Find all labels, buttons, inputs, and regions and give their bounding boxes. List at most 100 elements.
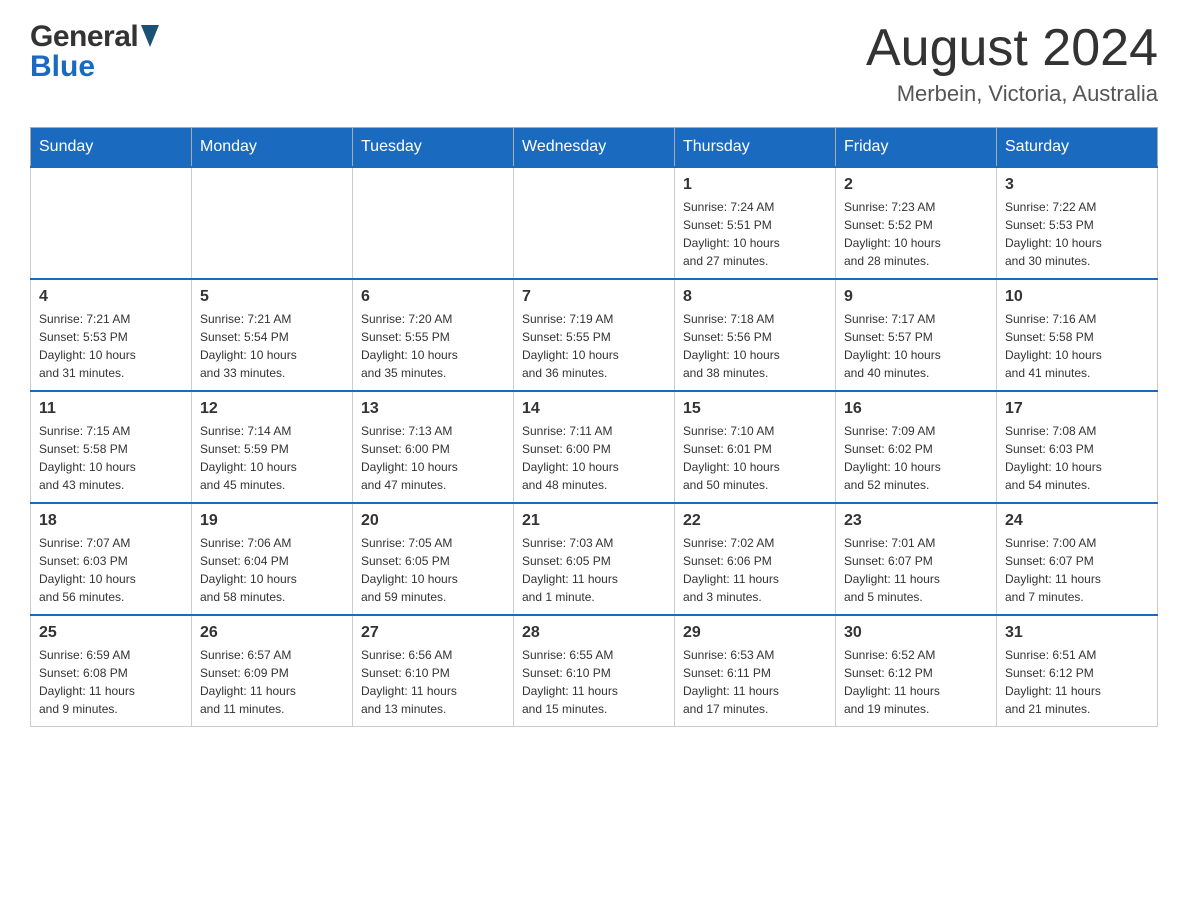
day-info: Sunrise: 7:06 AM Sunset: 6:04 PM Dayligh…	[200, 534, 344, 606]
col-sunday: Sunday	[31, 128, 192, 168]
calendar-cell: 2 Sunrise: 7:23 AM Sunset: 5:52 PM Daylig…	[836, 167, 997, 279]
day-number: 13	[361, 400, 505, 418]
day-number: 17	[1005, 400, 1149, 418]
day-info: Sunrise: 7:08 AM Sunset: 6:03 PM Dayligh…	[1005, 422, 1149, 494]
calendar-cell: 9 Sunrise: 7:17 AM Sunset: 5:57 PM Daylig…	[836, 279, 997, 391]
day-number: 19	[200, 512, 344, 530]
title-section: August 2024 Merbein, Victoria, Australia	[866, 20, 1158, 107]
day-info: Sunrise: 7:01 AM Sunset: 6:07 PM Dayligh…	[844, 534, 988, 606]
col-tuesday: Tuesday	[353, 128, 514, 168]
calendar-cell: 8 Sunrise: 7:18 AM Sunset: 5:56 PM Daylig…	[675, 279, 836, 391]
week-row-2: 4 Sunrise: 7:21 AM Sunset: 5:53 PM Daylig…	[31, 279, 1158, 391]
calendar-cell: 11 Sunrise: 7:15 AM Sunset: 5:58 PM Dayli…	[31, 391, 192, 503]
calendar-cell: 31Sunrise: 6:51 AM Sunset: 6:12 PM Dayli…	[997, 615, 1158, 727]
col-saturday: Saturday	[997, 128, 1158, 168]
calendar-table: Sunday Monday Tuesday Wednesday Thursday…	[30, 127, 1158, 727]
logo: General Blue	[30, 20, 159, 84]
day-number: 29	[683, 624, 827, 642]
calendar-cell: 19 Sunrise: 7:06 AM Sunset: 6:04 PM Dayli…	[192, 503, 353, 615]
logo-general-text: General	[30, 20, 138, 54]
month-title: August 2024	[866, 20, 1158, 77]
calendar-cell	[353, 167, 514, 279]
calendar-cell: 30Sunrise: 6:52 AM Sunset: 6:12 PM Dayli…	[836, 615, 997, 727]
day-info: Sunrise: 7:16 AM Sunset: 5:58 PM Dayligh…	[1005, 310, 1149, 382]
day-number: 7	[522, 288, 666, 306]
day-number: 30	[844, 624, 988, 642]
day-info: Sunrise: 6:55 AM Sunset: 6:10 PM Dayligh…	[522, 646, 666, 718]
day-info: Sunrise: 7:20 AM Sunset: 5:55 PM Dayligh…	[361, 310, 505, 382]
calendar-cell: 25Sunrise: 6:59 AM Sunset: 6:08 PM Dayli…	[31, 615, 192, 727]
day-info: Sunrise: 6:56 AM Sunset: 6:10 PM Dayligh…	[361, 646, 505, 718]
week-row-4: 18 Sunrise: 7:07 AM Sunset: 6:03 PM Dayli…	[31, 503, 1158, 615]
day-info: Sunrise: 7:21 AM Sunset: 5:54 PM Dayligh…	[200, 310, 344, 382]
day-number: 12	[200, 400, 344, 418]
day-info: Sunrise: 7:10 AM Sunset: 6:01 PM Dayligh…	[683, 422, 827, 494]
day-number: 3	[1005, 176, 1149, 194]
col-thursday: Thursday	[675, 128, 836, 168]
day-number: 20	[361, 512, 505, 530]
day-number: 4	[39, 288, 183, 306]
day-info: Sunrise: 7:15 AM Sunset: 5:58 PM Dayligh…	[39, 422, 183, 494]
calendar-header-row: Sunday Monday Tuesday Wednesday Thursday…	[31, 128, 1158, 168]
calendar-cell: 22Sunrise: 7:02 AM Sunset: 6:06 PM Dayli…	[675, 503, 836, 615]
calendar-cell: 21Sunrise: 7:03 AM Sunset: 6:05 PM Dayli…	[514, 503, 675, 615]
calendar-cell: 1 Sunrise: 7:24 AM Sunset: 5:51 PM Daylig…	[675, 167, 836, 279]
day-info: Sunrise: 7:00 AM Sunset: 6:07 PM Dayligh…	[1005, 534, 1149, 606]
day-number: 11	[39, 400, 183, 418]
day-info: Sunrise: 7:13 AM Sunset: 6:00 PM Dayligh…	[361, 422, 505, 494]
calendar-cell: 3 Sunrise: 7:22 AM Sunset: 5:53 PM Daylig…	[997, 167, 1158, 279]
day-info: Sunrise: 6:53 AM Sunset: 6:11 PM Dayligh…	[683, 646, 827, 718]
col-wednesday: Wednesday	[514, 128, 675, 168]
calendar-cell	[192, 167, 353, 279]
page-header: General Blue August 2024 Merbein, Victor…	[30, 20, 1158, 107]
day-info: Sunrise: 6:51 AM Sunset: 6:12 PM Dayligh…	[1005, 646, 1149, 718]
day-info: Sunrise: 7:18 AM Sunset: 5:56 PM Dayligh…	[683, 310, 827, 382]
day-info: Sunrise: 7:07 AM Sunset: 6:03 PM Dayligh…	[39, 534, 183, 606]
calendar-cell: 16 Sunrise: 7:09 AM Sunset: 6:02 PM Dayli…	[836, 391, 997, 503]
day-info: Sunrise: 7:22 AM Sunset: 5:53 PM Dayligh…	[1005, 198, 1149, 270]
day-number: 6	[361, 288, 505, 306]
location: Merbein, Victoria, Australia	[866, 81, 1158, 107]
day-number: 23	[844, 512, 988, 530]
day-number: 21	[522, 512, 666, 530]
day-info: Sunrise: 7:24 AM Sunset: 5:51 PM Dayligh…	[683, 198, 827, 270]
day-info: Sunrise: 7:05 AM Sunset: 6:05 PM Dayligh…	[361, 534, 505, 606]
calendar-cell: 15Sunrise: 7:10 AM Sunset: 6:01 PM Dayli…	[675, 391, 836, 503]
day-info: Sunrise: 7:23 AM Sunset: 5:52 PM Dayligh…	[844, 198, 988, 270]
day-number: 28	[522, 624, 666, 642]
calendar-cell: 18 Sunrise: 7:07 AM Sunset: 6:03 PM Dayli…	[31, 503, 192, 615]
calendar-cell: 26Sunrise: 6:57 AM Sunset: 6:09 PM Dayli…	[192, 615, 353, 727]
calendar-cell: 10Sunrise: 7:16 AM Sunset: 5:58 PM Dayli…	[997, 279, 1158, 391]
calendar-cell: 24 Sunrise: 7:00 AM Sunset: 6:07 PM Dayli…	[997, 503, 1158, 615]
week-row-5: 25Sunrise: 6:59 AM Sunset: 6:08 PM Dayli…	[31, 615, 1158, 727]
col-monday: Monday	[192, 128, 353, 168]
day-info: Sunrise: 7:17 AM Sunset: 5:57 PM Dayligh…	[844, 310, 988, 382]
col-friday: Friday	[836, 128, 997, 168]
day-info: Sunrise: 7:19 AM Sunset: 5:55 PM Dayligh…	[522, 310, 666, 382]
day-number: 25	[39, 624, 183, 642]
day-number: 2	[844, 176, 988, 194]
logo-blue-text: Blue	[30, 50, 95, 84]
calendar-cell: 28 Sunrise: 6:55 AM Sunset: 6:10 PM Dayli…	[514, 615, 675, 727]
calendar-cell: 23 Sunrise: 7:01 AM Sunset: 6:07 PM Dayli…	[836, 503, 997, 615]
day-number: 24	[1005, 512, 1149, 530]
logo-arrow-icon	[141, 25, 159, 52]
day-number: 27	[361, 624, 505, 642]
calendar-cell: 29 Sunrise: 6:53 AM Sunset: 6:11 PM Dayli…	[675, 615, 836, 727]
day-number: 16	[844, 400, 988, 418]
day-number: 1	[683, 176, 827, 194]
calendar-cell: 5 Sunrise: 7:21 AM Sunset: 5:54 PM Daylig…	[192, 279, 353, 391]
day-info: Sunrise: 7:02 AM Sunset: 6:06 PM Dayligh…	[683, 534, 827, 606]
day-info: Sunrise: 7:11 AM Sunset: 6:00 PM Dayligh…	[522, 422, 666, 494]
day-info: Sunrise: 7:21 AM Sunset: 5:53 PM Dayligh…	[39, 310, 183, 382]
day-number: 9	[844, 288, 988, 306]
day-number: 8	[683, 288, 827, 306]
day-info: Sunrise: 6:57 AM Sunset: 6:09 PM Dayligh…	[200, 646, 344, 718]
calendar-cell: 17 Sunrise: 7:08 AM Sunset: 6:03 PM Dayli…	[997, 391, 1158, 503]
calendar-cell: 7 Sunrise: 7:19 AM Sunset: 5:55 PM Daylig…	[514, 279, 675, 391]
day-number: 5	[200, 288, 344, 306]
calendar-cell: 13 Sunrise: 7:13 AM Sunset: 6:00 PM Dayli…	[353, 391, 514, 503]
day-number: 18	[39, 512, 183, 530]
day-info: Sunrise: 7:09 AM Sunset: 6:02 PM Dayligh…	[844, 422, 988, 494]
calendar-cell: 6 Sunrise: 7:20 AM Sunset: 5:55 PM Daylig…	[353, 279, 514, 391]
